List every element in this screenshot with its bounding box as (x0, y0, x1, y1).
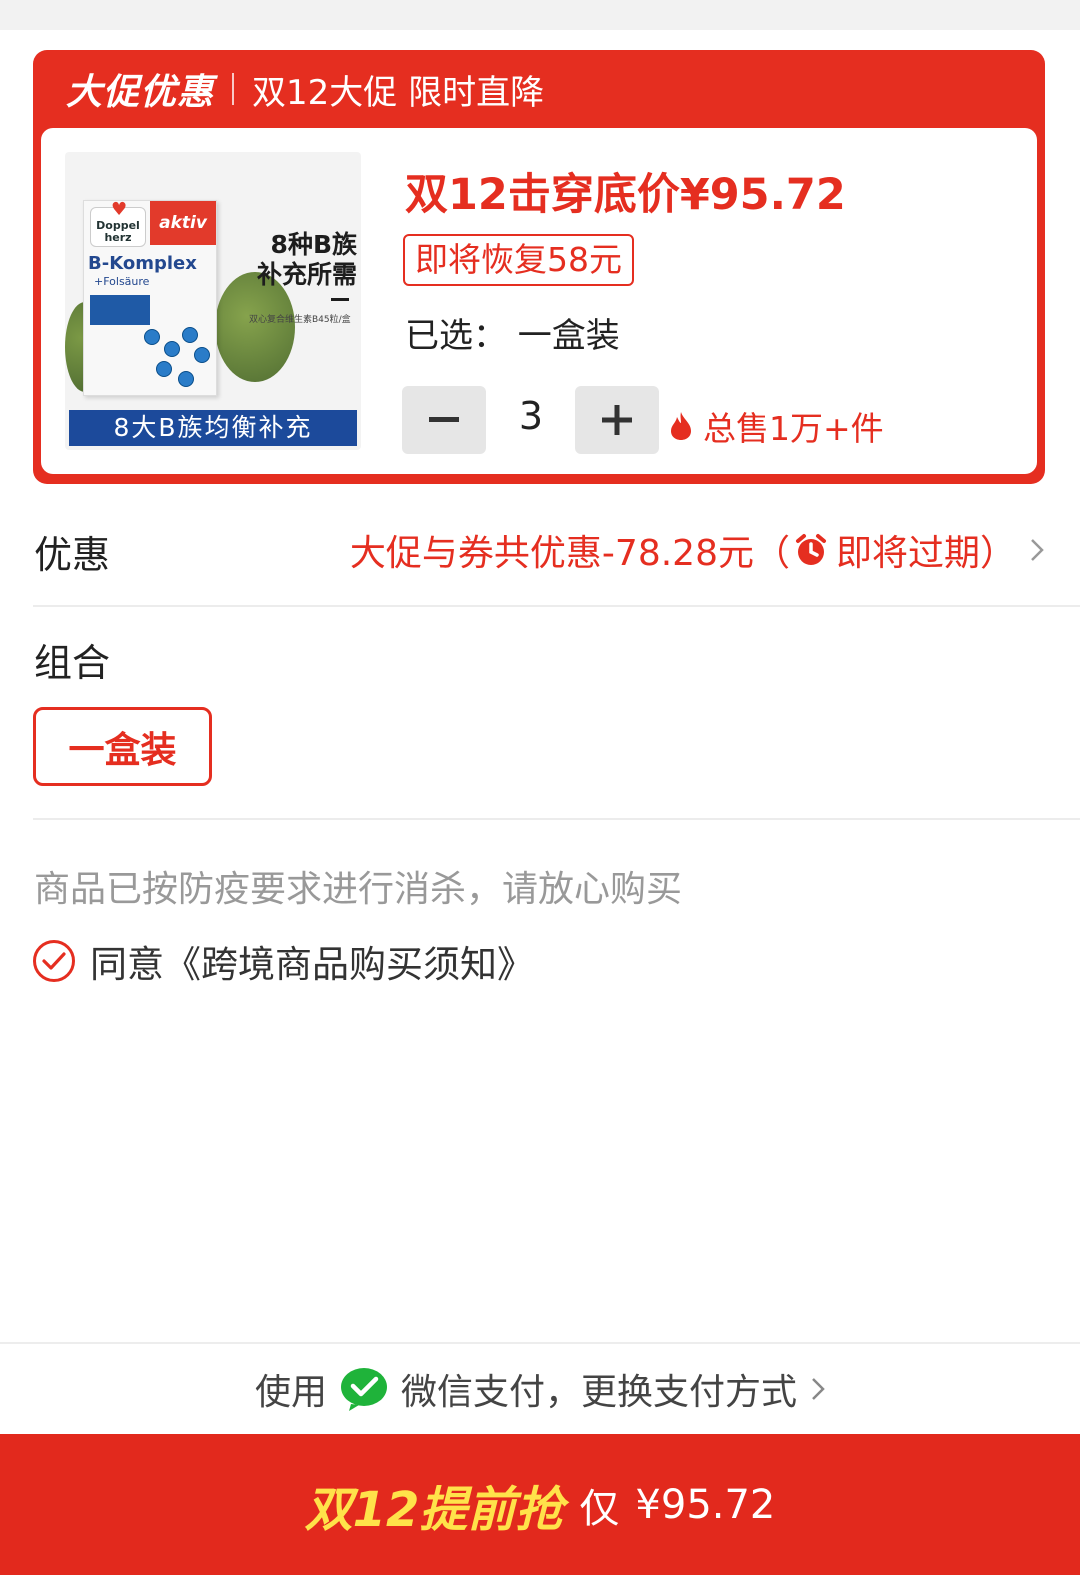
product-image[interactable]: Doppel herz aktiv B-Komplex +Folsäure 8种… (65, 152, 361, 450)
promo-brand: 大促优惠 (66, 72, 215, 113)
molecule-icon (164, 341, 180, 357)
payment-prefix: 使用 (254, 1372, 327, 1413)
payment-method-text: 微信支付，更换支付方式 (401, 1372, 798, 1413)
cta-only-label: 仅 (579, 1485, 620, 1532)
discount-row[interactable]: 大促与券共优惠-78.28元（ 即将过期） (350, 524, 1044, 576)
agreement-row[interactable]: 同意《跨境商品购买须知》 (32, 934, 534, 988)
molecule-icon (156, 361, 172, 377)
product-side-dash (331, 298, 349, 301)
alarm-clock-icon (795, 534, 826, 565)
discount-expiry: 即将过期） (835, 533, 1016, 574)
cta-main-label: 双12提前抢 (304, 1481, 564, 1538)
combo-option-one-box[interactable]: 一盒装 (33, 707, 212, 786)
promo-product-panel: Doppel herz aktiv B-Komplex +Folsäure 8种… (41, 128, 1037, 474)
discount-value: 大促与券共优惠-78.28元（ (349, 533, 790, 574)
box-subtitle: +Folsäure (94, 275, 150, 288)
cta-price: ¥95.72 (635, 1481, 776, 1528)
sales-count: 总售1万+件 (669, 402, 884, 450)
selected-variant[interactable]: 已选： 一盒装 (405, 308, 620, 357)
product-banner: 8大B族均衡补充 (69, 410, 357, 446)
flame-icon (671, 412, 691, 440)
buy-now-button[interactable]: 双12提前抢 仅 ¥95.72 (0, 1434, 1080, 1575)
product-side-line: 8种B族 (270, 230, 357, 259)
quantity-value[interactable]: 3 (501, 394, 561, 438)
quantity-decrease-button[interactable] (402, 386, 486, 454)
discount-label: 优惠 (34, 533, 111, 577)
promo-price: 双12击穿底价¥95.72 (405, 170, 846, 220)
product-side-text: 8种B族 补充所需 (233, 230, 357, 290)
product-side-line: 补充所需 (256, 260, 357, 289)
disinfection-notice: 商品已按防疫要求进行消杀，请放心购买 (34, 869, 683, 910)
chevron-right-icon (812, 1378, 825, 1400)
plus-icon (602, 405, 632, 435)
chevron-right-icon (1031, 539, 1044, 561)
promo-header: 大促优惠 双12大促 限时直降 (33, 50, 1045, 128)
promo-card: 大促优惠 双12大促 限时直降 Doppel herz aktiv B-Komp… (33, 50, 1045, 484)
divider (33, 818, 1080, 820)
agreement-text[interactable]: 同意《跨境商品购买须知》 (90, 934, 534, 988)
box-tag: aktiv (150, 201, 216, 245)
divider (33, 605, 1080, 607)
restore-price-badge: 即将恢复58元 (403, 234, 634, 286)
wechat-pay-icon (341, 1368, 387, 1411)
molecule-icon (194, 347, 210, 363)
check-circle-icon[interactable] (32, 939, 76, 983)
promo-subtitle: 双12大促 限时直降 (252, 72, 545, 113)
product-box: Doppel herz aktiv B-Komplex +Folsäure (83, 200, 217, 396)
sales-text: 总售1万+件 (703, 409, 884, 448)
top-strip (0, 0, 1080, 30)
box-info-panel (90, 295, 150, 325)
minus-icon (429, 417, 459, 422)
box-brand-logo: Doppel herz (90, 204, 146, 247)
product-small-text: 双心复合维生素B45粒/盒 (249, 315, 351, 325)
molecule-icon (182, 327, 198, 343)
box-title: B-Komplex (88, 253, 197, 274)
quantity-increase-button[interactable] (575, 386, 659, 454)
molecule-icon (178, 371, 194, 387)
combo-label: 组合 (34, 641, 111, 685)
promo-separator (232, 73, 235, 105)
molecule-icon (144, 329, 160, 345)
payment-method-row[interactable]: 使用 微信支付，更换支付方式 (0, 1342, 1080, 1434)
